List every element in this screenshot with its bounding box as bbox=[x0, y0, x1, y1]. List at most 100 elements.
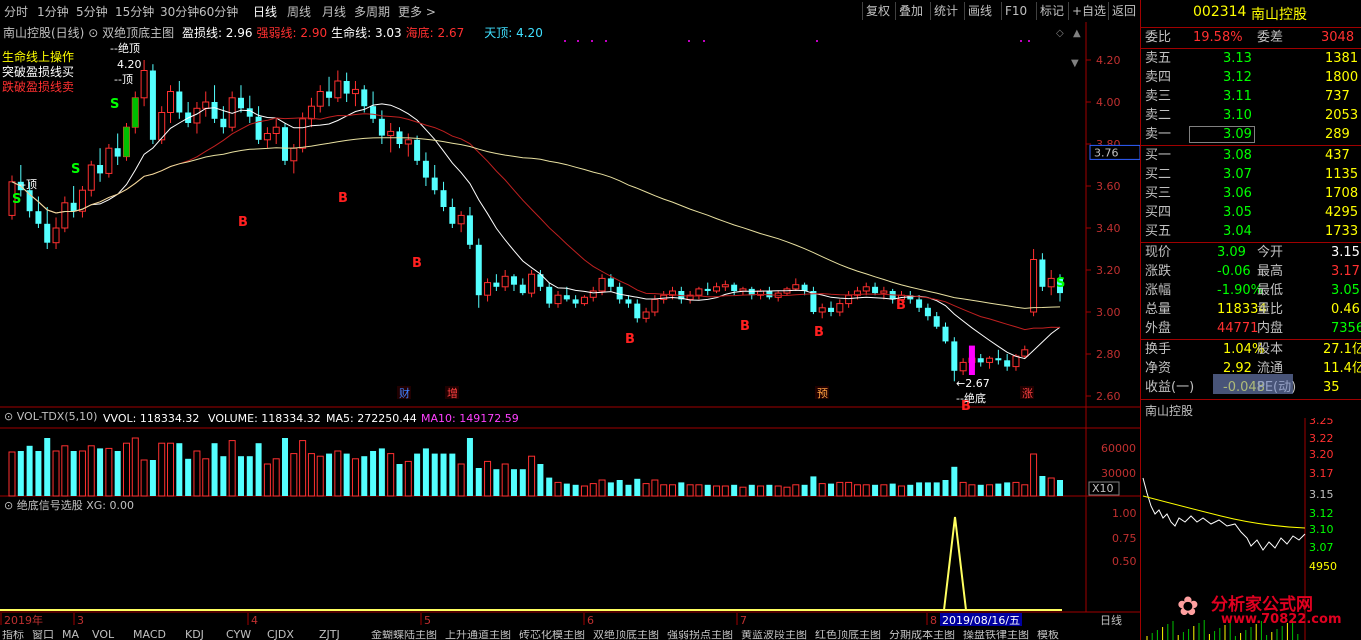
toolbar-button-6[interactable]: +自选 bbox=[1068, 2, 1109, 20]
chart-title: 南山控股(日线) bbox=[3, 26, 85, 40]
period-tab-0[interactable]: 分时 bbox=[4, 3, 28, 20]
event-marker-3[interactable]: 涨 bbox=[1022, 387, 1033, 400]
collapse-icon[interactable]: ▼ bbox=[1071, 58, 1079, 69]
watermark-logo: ✿ 分析家公式网 www.70822.com bbox=[1177, 586, 1361, 636]
period-label: 日线 bbox=[1100, 613, 1122, 627]
buy-signal-4: B bbox=[740, 319, 750, 334]
period-tab-5[interactable]: 60分钟 bbox=[199, 3, 238, 20]
period-tab-10[interactable]: 更多 > bbox=[398, 3, 436, 20]
bottom-tab-18[interactable]: 模板 bbox=[1037, 630, 1059, 640]
period-tab-7[interactable]: 周线 bbox=[287, 3, 311, 20]
svg-text:MA5: 272250.44: MA5: 272250.44 bbox=[326, 412, 417, 425]
bottom-tab-0[interactable]: 指标 bbox=[2, 630, 24, 640]
bid-row-1[interactable]: 买二 3.07 1135 bbox=[1141, 165, 1361, 184]
bottom-tab-6[interactable]: CYW bbox=[226, 630, 251, 640]
mini-chart-title: 南山控股 bbox=[1145, 404, 1194, 418]
chevron-down-icon[interactable]: ⊙ bbox=[88, 26, 98, 40]
legend-item-0: 生命线上操作 bbox=[2, 50, 75, 64]
mini-tick-1: 3.22 bbox=[1309, 432, 1334, 445]
event-marker-1[interactable]: 增 bbox=[447, 386, 458, 400]
price-tick-6: 3.00 bbox=[1096, 306, 1121, 319]
period-tab-6[interactable]: 日线 bbox=[253, 3, 277, 20]
fund-row-0: 换手 1.04% 股本 27.1亿 bbox=[1145, 342, 1361, 357]
bottom-tab-3[interactable]: VOL bbox=[92, 630, 114, 640]
bottom-tab-15[interactable]: 红色顶底主图 bbox=[815, 630, 881, 640]
bid-row-3[interactable]: 买四 3.05 4295 bbox=[1141, 203, 1361, 222]
ask-row-3[interactable]: 卖二 3.10 2053 bbox=[1141, 106, 1361, 125]
mini-tick-7: 3.07 bbox=[1309, 541, 1334, 554]
price-tick-7: 2.80 bbox=[1096, 348, 1121, 361]
bottom-tab-8[interactable]: ZJTJ bbox=[319, 630, 340, 640]
event-marker-2[interactable]: 预 bbox=[817, 387, 828, 400]
period-tab-2[interactable]: 5分钟 bbox=[76, 3, 108, 20]
mini-vol-tick: 4950 bbox=[1309, 560, 1337, 573]
stock-name: 南山控股 bbox=[1251, 7, 1307, 23]
time-label-5: 7 bbox=[740, 614, 747, 627]
bottom-tab-17[interactable]: 操盘铁律主图 bbox=[963, 630, 1029, 640]
current-price-tag: 3.76 bbox=[1089, 144, 1140, 160]
up-icon[interactable]: ▲ bbox=[1073, 28, 1081, 39]
stat-row-3: 总量 118334 量比 0.46 bbox=[1145, 302, 1360, 317]
candle bbox=[414, 135, 421, 165]
period-tab-8[interactable]: 月线 bbox=[322, 3, 346, 20]
bid-row-0[interactable]: 买一 3.08 437 bbox=[1141, 146, 1361, 165]
bottom-tab-13[interactable]: 强弱拐点主图 bbox=[667, 630, 733, 640]
indicator-readout-2: 生命线: 3.03 bbox=[331, 26, 402, 40]
bottom-tab-bar: 指标 窗口 MA VOL MACD KDJ CYW CJDX ZJTJ 金蝴蝶陆主图 上升通道主图砖… bbox=[0, 630, 1140, 640]
bottom-tab-16[interactable]: 分期成本主图 bbox=[889, 630, 955, 640]
price-tick-8: 2.60 bbox=[1096, 390, 1121, 403]
svg-text:2019/08/16/五: 2019/08/16/五 bbox=[942, 614, 1020, 627]
candle bbox=[299, 112, 307, 153]
toolbar-button-7[interactable]: 返回 bbox=[1108, 2, 1139, 20]
watermark-url: www.70822.com bbox=[1221, 612, 1342, 627]
svg-text:←2.67: ←2.67 bbox=[956, 377, 990, 390]
bid-row-4[interactable]: 买五 3.04 1733 bbox=[1141, 222, 1361, 241]
mini-tick-5: 3.12 bbox=[1309, 507, 1334, 520]
chart-area[interactable]: 4.204.003.803.603.403.203.002.802.603.76… bbox=[0, 22, 1140, 630]
toolbar-button-3[interactable]: 画线 bbox=[964, 2, 995, 20]
bottom-tab-2[interactable]: MA bbox=[62, 630, 79, 640]
bottom-tab-11[interactable]: 砖芯化模主图 bbox=[519, 630, 585, 640]
period-tab-3[interactable]: 15分钟 bbox=[115, 3, 154, 20]
ask-row-0[interactable]: 卖五 3.13 1381 bbox=[1141, 49, 1361, 68]
time-label-6: 8 bbox=[930, 614, 937, 627]
period-toolbar: 分时 1分钟 5分钟 15分钟 30分钟 60分钟 日线 周线 月线 多周期 更多 > 复权 叠加 统计画… bbox=[0, 0, 1140, 23]
candle bbox=[528, 270, 536, 298]
toolbar-button-5[interactable]: 标记 bbox=[1036, 2, 1067, 20]
bottom-tab-5[interactable]: KDJ bbox=[185, 630, 204, 640]
ask-row-4[interactable]: 卖一 3.09 289 bbox=[1141, 125, 1361, 144]
event-marker-0[interactable]: 财 bbox=[399, 386, 410, 400]
ask-row-1[interactable]: 卖四 3.12 1800 bbox=[1141, 68, 1361, 87]
indicator-name[interactable]: 双绝顶底主图 bbox=[102, 26, 174, 40]
bottom-signal-candle bbox=[968, 345, 975, 375]
toolbar-button-4[interactable]: F10 bbox=[1001, 2, 1030, 20]
bottom-tab-12[interactable]: 双绝顶底主图 bbox=[593, 630, 659, 640]
price-tick-3: 3.60 bbox=[1096, 180, 1121, 193]
flower-icon: ✿ bbox=[1177, 592, 1199, 622]
vol-tick-1: 30000 bbox=[1101, 467, 1136, 480]
period-tab-9[interactable]: 多周期 bbox=[354, 3, 390, 20]
bottom-tab-14[interactable]: 黄蓝波段主图 bbox=[741, 630, 807, 640]
bottom-tab-7[interactable]: CJDX bbox=[267, 630, 294, 640]
period-tab-4[interactable]: 30分钟 bbox=[160, 3, 199, 20]
bottom-tab-1[interactable]: 窗口 bbox=[32, 630, 54, 640]
bottom-tab-10[interactable]: 上升通道主图 bbox=[445, 630, 511, 640]
toolbar-button-1[interactable]: 叠加 bbox=[895, 2, 926, 20]
time-label-1: 3 bbox=[77, 614, 84, 627]
candle bbox=[1030, 249, 1038, 317]
buy-signal-6: B bbox=[896, 298, 906, 313]
legend-item-1: 突破盈损线买 bbox=[2, 65, 75, 79]
buy-signal-3: B bbox=[625, 332, 635, 347]
bottom-tab-4[interactable]: MACD bbox=[133, 630, 166, 640]
bottom-tab-9[interactable]: 金蝴蝶陆主图 bbox=[371, 630, 437, 640]
toolbar-button-2[interactable]: 统计 bbox=[930, 2, 961, 20]
buy-signal-2: B bbox=[412, 256, 422, 271]
ask-row-2[interactable]: 卖三 3.11 737 bbox=[1141, 87, 1361, 106]
bid-row-2[interactable]: 买三 3.06 1708 bbox=[1141, 184, 1361, 203]
volume-header: ⊙ VOL-TDX(5,10) VVOL: 118334.32 VOLUME: 11… bbox=[4, 410, 519, 425]
toolbar-button-0[interactable]: 复权 bbox=[862, 2, 893, 20]
mini-tick-3: 3.17 bbox=[1309, 467, 1334, 480]
diamond-icon[interactable]: ◇ bbox=[1056, 28, 1064, 39]
svg-text:VOLUME: 118334.32: VOLUME: 118334.32 bbox=[208, 412, 321, 425]
period-tab-1[interactable]: 1分钟 bbox=[37, 3, 69, 20]
